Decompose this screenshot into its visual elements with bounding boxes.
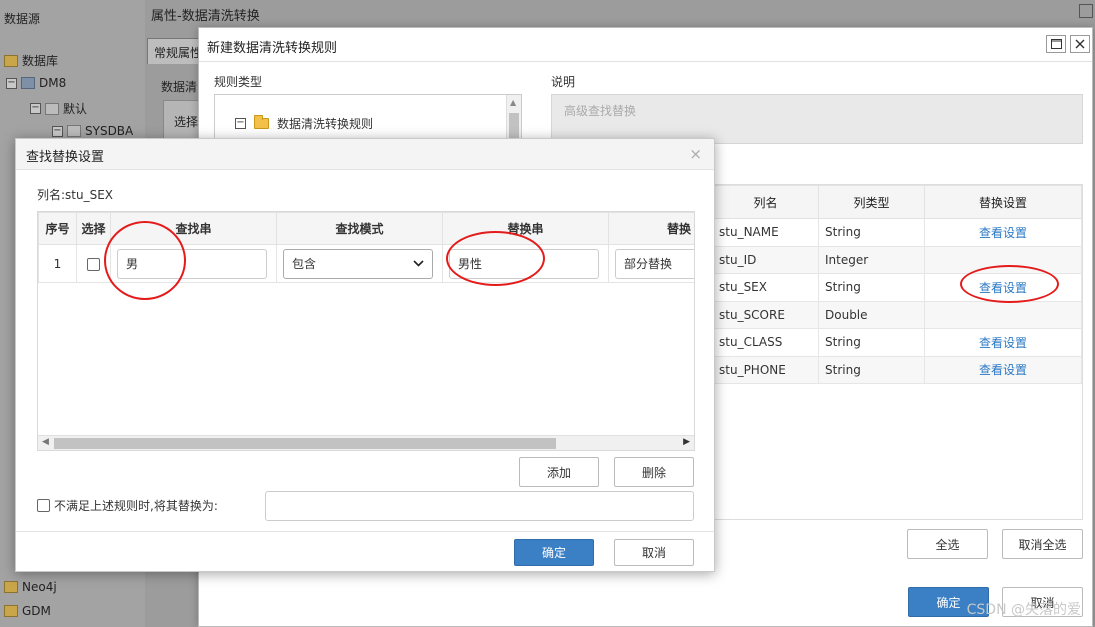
tree-item-database[interactable]: 数据库 <box>4 52 58 69</box>
schema-icon <box>45 102 59 115</box>
column-header-replace-setting: 替换设置 <box>924 185 1082 219</box>
view-settings-link[interactable]: 查看设置 <box>924 355 1082 384</box>
properties-label: 数据清 <box>161 80 198 94</box>
scroll-right-icon[interactable]: ▶ <box>683 437 690 447</box>
view-settings-link[interactable]: 查看设置 <box>924 328 1082 357</box>
row-index: 1 <box>38 244 77 283</box>
scroll-up-icon[interactable]: ▲ <box>510 98 516 107</box>
maximize-icon <box>1050 39 1062 49</box>
scrollbar-thumb[interactable] <box>54 438 556 449</box>
view-settings-link <box>924 300 1082 329</box>
tree-node-label: 数据清洗转换规则 <box>277 117 374 131</box>
rule-type-label: 规则类型 <box>214 75 263 89</box>
database-folder-icon <box>4 581 18 593</box>
tree-item-label: GDM <box>22 604 51 618</box>
column-header-type: 列类型 <box>818 185 925 219</box>
column-type-cell: Double <box>818 300 925 329</box>
add-button[interactable]: 添加 <box>519 457 599 487</box>
annotation-circle-view-settings <box>960 265 1059 303</box>
schema-icon <box>67 125 81 137</box>
column-type-cell: String <box>818 355 925 384</box>
annotation-circle-replace <box>446 231 545 286</box>
chevron-down-icon <box>413 260 424 267</box>
database-folder-icon <box>4 54 18 67</box>
maximize-button[interactable] <box>1079 4 1093 18</box>
tree-node-cleaning-rules[interactable]: − 数据清洗转换规则 <box>235 115 373 132</box>
find-replace-dialog: 查找替换设置 × 列名:stu_SEX 序号 选择 查找串 查找模式 替换串 替… <box>15 138 715 572</box>
folder-icon <box>254 115 269 129</box>
column-table: 列名 列类型 替换设置 stu_NAME String 查看设置 stu_ID … <box>712 184 1083 520</box>
dialog-footer-divider <box>16 531 714 532</box>
tree-item-label: Neo4j <box>22 580 57 594</box>
scroll-left-icon[interactable]: ◀ <box>42 437 49 447</box>
else-replace-label: 不满足上述规则时,将其替换为: <box>54 499 218 513</box>
column-name-cell: stu_PHONE <box>712 355 819 384</box>
table-row[interactable]: stu_NAME String 查看设置 <box>712 218 1082 247</box>
tree-item-neo4j[interactable]: Neo4j <box>4 580 57 594</box>
datasource-panel-title: 数据源 <box>4 12 41 26</box>
db-server-icon <box>21 77 35 89</box>
find-replace-dialog-title: 查找替换设置 <box>16 139 714 170</box>
table-row[interactable]: stu_CLASS String 查看设置 <box>712 328 1082 357</box>
annotation-circle-find <box>104 221 186 300</box>
else-replace-input[interactable] <box>265 491 694 521</box>
tree-item-label: 数据库 <box>22 54 59 68</box>
description-box: 高级查找替换 <box>551 94 1083 144</box>
horizontal-scrollbar[interactable]: ◀ ▶ <box>38 435 694 450</box>
column-type-cell: String <box>818 328 925 357</box>
tree-item-gdm[interactable]: GDM <box>4 604 51 618</box>
table-row[interactable]: stu_SCORE Double <box>712 300 1082 329</box>
header-find-mode: 查找模式 <box>276 212 443 245</box>
description-label: 说明 <box>551 75 576 89</box>
column-type-cell: Integer <box>818 245 925 274</box>
column-type-cell: String <box>818 218 925 247</box>
column-name-cell: stu_ID <box>712 245 819 274</box>
column-name-cell: stu_CLASS <box>712 328 819 357</box>
close-button[interactable] <box>1070 35 1090 53</box>
collapse-icon[interactable]: − <box>30 103 41 114</box>
else-replace-option[interactable]: 不满足上述规则时,将其替换为: <box>37 497 218 514</box>
header-select: 选择 <box>76 212 111 245</box>
deselect-all-button[interactable]: 取消全选 <box>1002 529 1083 559</box>
header-index: 序号 <box>38 212 77 245</box>
delete-button[interactable]: 删除 <box>614 457 694 487</box>
maximize-button[interactable] <box>1046 35 1066 53</box>
replace-mode-select[interactable]: 部分替换 <box>615 248 694 279</box>
dialog-cancel-button[interactable]: 取消 <box>614 539 694 566</box>
table-row[interactable]: stu_PHONE String 查看设置 <box>712 355 1082 384</box>
column-name-label: 列名:stu_SEX <box>37 188 114 202</box>
close-icon <box>1075 39 1085 49</box>
select-all-button[interactable]: 全选 <box>907 529 988 559</box>
column-name-cell: stu_SEX <box>712 273 819 302</box>
database-folder-icon <box>4 605 18 617</box>
view-settings-link[interactable]: 查看设置 <box>924 218 1082 247</box>
tree-item-label: SYSDBA <box>85 124 134 138</box>
collapse-icon[interactable]: − <box>6 77 17 89</box>
else-replace-checkbox[interactable] <box>37 499 50 512</box>
dialog-ok-button[interactable]: 确定 <box>514 539 594 566</box>
column-header-name: 列名 <box>712 185 819 219</box>
tree-item-dm8[interactable]: − DM8 <box>6 76 66 90</box>
watermark: CSDN @失落的爱 <box>966 602 1081 618</box>
column-name-cell: stu_NAME <box>712 218 819 247</box>
row-select-checkbox[interactable] <box>87 257 100 271</box>
tree-item-label: 默认 <box>63 102 88 116</box>
collapse-icon[interactable]: − <box>235 118 246 129</box>
tree-item-default[interactable]: − 默认 <box>30 100 87 117</box>
header-replace-mode: 替换 <box>608 212 694 245</box>
tree-item-sysdba[interactable]: − SYSDBA <box>52 124 133 138</box>
close-icon[interactable]: × <box>689 145 702 163</box>
tree-item-label: DM8 <box>39 76 67 90</box>
collapse-icon[interactable]: − <box>52 125 63 137</box>
find-mode-value: 包含 <box>292 257 317 271</box>
properties-window-title: 属性-数据清洗转换 <box>151 9 260 24</box>
column-type-cell: String <box>818 273 925 302</box>
find-mode-select[interactable]: 包含 <box>283 248 433 279</box>
column-name-cell: stu_SCORE <box>712 300 819 329</box>
new-rule-window-title: 新建数据清洗转换规则 <box>199 28 1092 62</box>
